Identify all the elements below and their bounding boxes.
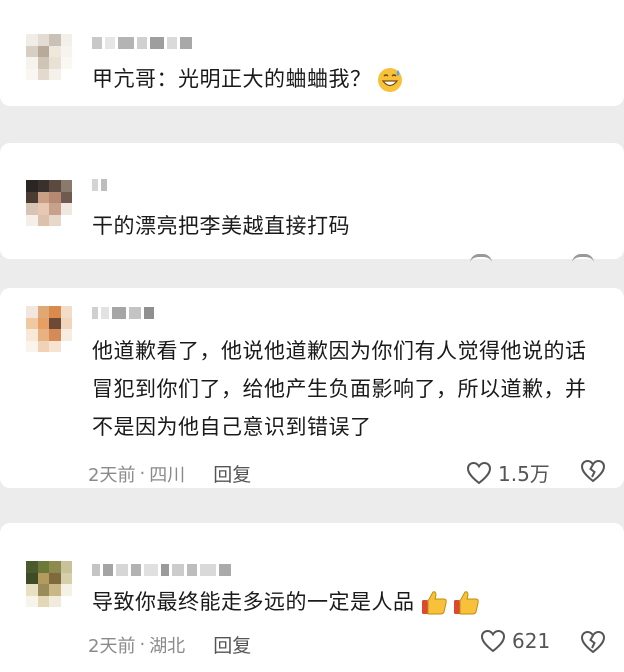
grinning-sweat-emoji xyxy=(377,68,402,92)
comment-card: 甲亢哥：光明正大的蛐蛐我？ xyxy=(0,0,624,106)
avatar[interactable] xyxy=(26,34,72,80)
comment-text: 干的漂亮把李美越直接打码 xyxy=(92,214,350,238)
comment-card: 他道歉看了，他说他道歉因为你们有人觉得他说的话冒犯到你们了，给他产生负面影响了，… xyxy=(0,288,624,488)
username-pixelated[interactable] xyxy=(92,304,154,322)
username-pixelated[interactable] xyxy=(92,176,107,194)
avatar[interactable] xyxy=(26,561,72,607)
heart-icon xyxy=(480,629,506,653)
timestamp: 2天前 xyxy=(88,635,136,657)
broken-heart-icon[interactable] xyxy=(580,630,606,654)
like-count: 621 xyxy=(512,629,551,653)
like-count: 1.5万 xyxy=(498,462,550,486)
comment-card: 导致你最终能走多远的一定是人品 2天前 · 湖北 回复 621 xyxy=(0,523,624,672)
comment-card: 干的漂亮把李美越直接打码 xyxy=(0,143,624,259)
reply-button[interactable]: 回复 xyxy=(213,460,251,487)
avatar[interactable] xyxy=(26,306,72,352)
username-pixelated[interactable] xyxy=(92,34,192,52)
avatar[interactable] xyxy=(26,180,72,226)
reply-button[interactable]: 回复 xyxy=(213,631,251,658)
heart-icon xyxy=(466,461,492,484)
timestamp: 2天前 xyxy=(88,464,136,486)
comment-text: 导致你最终能走多远的一定是人品 xyxy=(92,583,602,621)
thumbs-up-emoji xyxy=(453,591,479,615)
comment-meta: 2天前 · 湖北 回复 xyxy=(88,631,251,658)
meta-separator: · xyxy=(139,463,146,484)
username-pixelated[interactable] xyxy=(92,561,231,579)
meta-separator: · xyxy=(139,634,146,655)
location: 四川 xyxy=(149,464,186,486)
broken-heart-icon[interactable] xyxy=(580,459,606,483)
comment-text: 他道歉看了，他说他道歉因为你们有人觉得他说的话冒犯到你们了，给他产生负面影响了，… xyxy=(92,339,587,439)
comment-meta: 2天前 · 四川 回复 xyxy=(88,460,251,487)
action-icons-cropped xyxy=(470,254,594,263)
comment-feed: 甲亢哥：光明正大的蛐蛐我？ 干的漂亮把李美越直接打码 他道歉看了，他说他道歉因为… xyxy=(0,0,624,672)
like-button[interactable]: 1.5万 xyxy=(466,458,550,487)
comment-text: 甲亢哥：光明正大的蛐蛐我？ xyxy=(92,60,602,98)
thumbs-up-emoji xyxy=(421,591,447,615)
location: 湖北 xyxy=(149,635,186,657)
like-button[interactable]: 621 xyxy=(480,629,550,653)
